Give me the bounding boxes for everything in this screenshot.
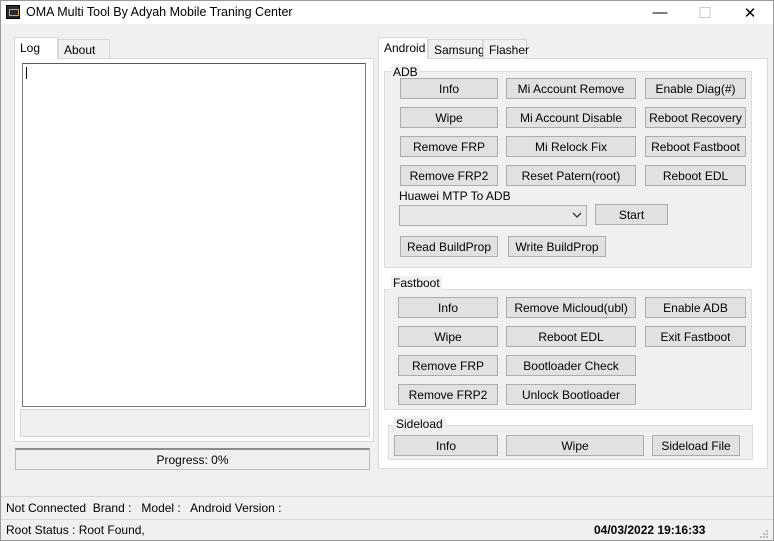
- status-separator-middle: [1, 519, 773, 520]
- remove-micloud-button[interactable]: Remove Micloud(ubl): [506, 297, 636, 318]
- minimize-button[interactable]: —: [637, 1, 683, 24]
- datetime-label: 04/03/2022 19:16:33: [594, 523, 706, 537]
- right-tab-strip: Android Samsung Flasher: [378, 37, 768, 59]
- status-separator-top: [1, 496, 773, 497]
- close-button[interactable]: ✕: [727, 1, 773, 24]
- write-buildprop-button[interactable]: Write BuildProp: [508, 236, 606, 257]
- log-status-strip: [20, 409, 370, 437]
- huawei-mtp-label: Huawei MTP To ADB: [399, 189, 511, 203]
- progress-label: Progress: 0%: [156, 452, 229, 467]
- chevron-down-icon: [572, 209, 582, 224]
- resize-grip-icon[interactable]: [759, 528, 769, 538]
- tab-log[interactable]: Log: [14, 37, 58, 59]
- fastboot-group-label: Fastboot: [391, 276, 442, 290]
- bootloader-check-button[interactable]: Bootloader Check: [506, 355, 636, 376]
- exit-fastboot-button[interactable]: Exit Fastboot: [645, 326, 746, 347]
- adb-group-label: ADB: [391, 65, 420, 79]
- reboot-recovery-button[interactable]: Reboot Recovery: [645, 107, 746, 128]
- tab-samsung[interactable]: Samsung: [428, 39, 485, 59]
- fastboot-remove-frp-button[interactable]: Remove FRP: [398, 355, 498, 376]
- adb-wipe-button[interactable]: Wipe: [400, 107, 498, 128]
- reboot-fastboot-button[interactable]: Reboot Fastboot: [645, 136, 746, 157]
- enable-adb-button[interactable]: Enable ADB: [645, 297, 746, 318]
- log-textarea[interactable]: [22, 63, 366, 407]
- text-caret: [26, 67, 27, 79]
- left-tab-strip: Log About: [14, 37, 374, 59]
- root-status: Root Status : Root Found,: [6, 523, 145, 537]
- mi-relock-fix-button[interactable]: Mi Relock Fix: [506, 136, 636, 157]
- sideload-file-button[interactable]: Sideload File: [652, 435, 740, 456]
- app-window: OMA Multi Tool By Adyah Mobile Traning C…: [0, 0, 774, 541]
- maximize-button[interactable]: ☐: [682, 1, 728, 24]
- sideload-info-button[interactable]: Info: [394, 435, 498, 456]
- tab-about[interactable]: About: [58, 39, 110, 59]
- mi-account-remove-button[interactable]: Mi Account Remove: [506, 78, 636, 99]
- fastboot-wipe-button[interactable]: Wipe: [398, 326, 498, 347]
- progress-bar: Progress: 0%: [15, 448, 370, 470]
- start-button[interactable]: Start: [595, 204, 668, 225]
- title-bar: OMA Multi Tool By Adyah Mobile Traning C…: [1, 1, 773, 24]
- fastboot-remove-frp2-button[interactable]: Remove FRP2: [398, 384, 498, 405]
- unlock-bootloader-button[interactable]: Unlock Bootloader: [506, 384, 636, 405]
- huawei-mtp-select[interactable]: [399, 205, 587, 226]
- read-buildprop-button[interactable]: Read BuildProp: [400, 236, 498, 257]
- adb-remove-frp2-button[interactable]: Remove FRP2: [400, 165, 498, 186]
- sideload-wipe-button[interactable]: Wipe: [506, 435, 644, 456]
- app-icon: [6, 5, 20, 19]
- tab-android[interactable]: Android: [378, 37, 428, 59]
- sideload-group-label: Sideload: [394, 417, 445, 431]
- adb-remove-frp-button[interactable]: Remove FRP: [400, 136, 498, 157]
- adb-reboot-edl-button[interactable]: Reboot EDL: [645, 165, 746, 186]
- reset-pattern-button[interactable]: Reset Patern(root): [506, 165, 636, 186]
- log-tab-panel: [14, 58, 374, 442]
- enable-diag-button[interactable]: Enable Diag(#): [645, 78, 746, 99]
- tab-flasher[interactable]: Flasher: [483, 39, 529, 59]
- fastboot-info-button[interactable]: Info: [398, 297, 498, 318]
- window-title: OMA Multi Tool By Adyah Mobile Traning C…: [26, 5, 293, 19]
- mi-account-disable-button[interactable]: Mi Account Disable: [506, 107, 636, 128]
- fastboot-reboot-edl-button[interactable]: Reboot EDL: [506, 326, 636, 347]
- adb-info-button[interactable]: Info: [400, 78, 498, 99]
- connection-status: Not Connected Brand : Model : Android Ve…: [6, 501, 282, 515]
